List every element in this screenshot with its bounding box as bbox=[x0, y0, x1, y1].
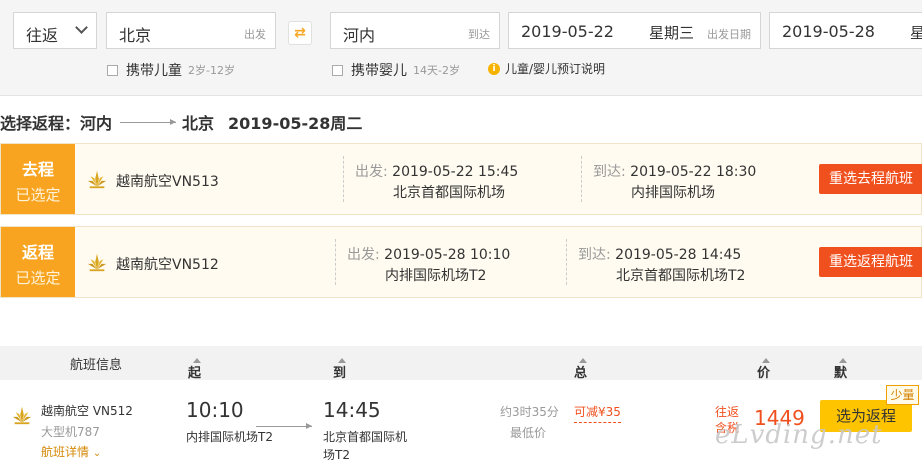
outbound-arrive-label: 到达: bbox=[593, 164, 631, 180]
sort-arrive-time[interactable]: 到达时间 bbox=[333, 354, 346, 438]
to-city-value: 河内 bbox=[343, 26, 376, 45]
outbound-arrive-airport: 内排国际机场 bbox=[631, 185, 715, 201]
return-arrive-line: 到达: 2019-05-28 14:45 bbox=[578, 244, 741, 264]
flight-aircraft: 大型机787 bbox=[41, 425, 100, 439]
outbound-depart-label: 出发: bbox=[355, 164, 393, 180]
reselect-return-button[interactable]: 重选返程航班 bbox=[819, 247, 922, 277]
header-flight-info: 航班信息 bbox=[70, 358, 123, 373]
flight-lowest-label: 最低价 bbox=[510, 426, 547, 440]
trip-type-value: 往返 bbox=[26, 26, 59, 45]
outbound-tag: 去程 已选定 bbox=[1, 144, 75, 214]
to-suffix: 到达 bbox=[468, 28, 490, 41]
return-depart-line: 出发: 2019-05-28 10:10 bbox=[347, 244, 510, 264]
outbound-depart-line: 出发: 2019-05-22 15:45 bbox=[355, 161, 518, 181]
return-date-input[interactable]: 2019-05-28 星 bbox=[769, 12, 922, 49]
from-city-input[interactable]: 北京 出发 bbox=[106, 12, 276, 49]
return-arrive-label: 到达: bbox=[578, 247, 616, 263]
depart-weekday: 星期三 bbox=[649, 24, 695, 42]
return-airline-flight: 越南航空VN512 bbox=[116, 257, 219, 273]
reselect-outbound-button[interactable]: 重选去程航班 bbox=[819, 164, 922, 194]
flight-arrive-airport-line1: 北京首都国际机 bbox=[323, 430, 408, 444]
child-infant-info-link[interactable]: i 儿童/婴儿预订说明 bbox=[488, 60, 605, 77]
from-suffix: 出发 bbox=[244, 28, 266, 41]
return-tag-title: 返程 bbox=[21, 243, 54, 262]
infant-label: 携带婴儿 bbox=[351, 63, 407, 79]
outbound-tag-status: 已选定 bbox=[15, 186, 61, 204]
infant-age: 14天-2岁 bbox=[413, 64, 460, 77]
divider bbox=[581, 156, 582, 202]
flight-depart-time: 10:10 bbox=[186, 398, 244, 422]
return-tag-status: 已选定 bbox=[15, 269, 61, 287]
vietnam-airlines-logo-icon bbox=[87, 170, 107, 189]
title-dest: 北京 bbox=[182, 114, 215, 133]
search-bar: 往返 北京 出发 ⇄ 河内 到达 2019-05-22 星期三 出发日期 201… bbox=[0, 0, 922, 96]
return-selected-row: 返程 已选定 越南航空VN512 出发: 2019-05-28 10:10 内排… bbox=[0, 226, 922, 298]
divider bbox=[335, 239, 336, 285]
return-weekday: 星 bbox=[910, 24, 922, 42]
sort-depart-time[interactable]: 起飞时间 bbox=[188, 354, 201, 438]
chevron-down-icon bbox=[75, 21, 88, 34]
divider bbox=[343, 156, 344, 202]
vietnam-airlines-logo-icon bbox=[87, 253, 107, 272]
infant-checkbox[interactable] bbox=[332, 64, 343, 76]
return-depart-airport: 内排国际机场T2 bbox=[385, 268, 487, 284]
depart-date-input[interactable]: 2019-05-22 星期三 出发日期 bbox=[508, 12, 761, 49]
outbound-depart-airport: 北京首都国际机场 bbox=[393, 185, 505, 201]
flight-depart-airport: 内排国际机场T2 bbox=[186, 430, 273, 444]
child-label: 携带儿童 bbox=[126, 63, 182, 79]
flight-number: VN512 bbox=[92, 404, 133, 418]
flight-discount[interactable]: 可减¥35 bbox=[574, 403, 621, 423]
info-icon: i bbox=[488, 62, 500, 75]
infant-option[interactable]: 携带婴儿 14天-2岁 bbox=[332, 60, 460, 80]
depart-suffix: 出发日期 bbox=[707, 28, 751, 41]
child-age: 2岁-12岁 bbox=[188, 64, 235, 77]
sort-duration[interactable]: 总耗时 bbox=[574, 354, 587, 419]
return-depart-label: 出发: bbox=[347, 247, 385, 263]
outbound-tag-title: 去程 bbox=[21, 160, 54, 179]
flight-arrive-time: 14:45 bbox=[323, 398, 381, 422]
return-tag: 返程 已选定 bbox=[1, 227, 75, 297]
flight-details-link[interactable]: 航班详情 ⌄ bbox=[41, 443, 101, 460]
flight-airline-line: 越南航空 VN512 bbox=[41, 402, 133, 419]
trip-type-select[interactable]: 往返 bbox=[13, 12, 97, 49]
vietnam-airlines-logo-icon bbox=[12, 406, 32, 425]
page-title: 选择返程：河内 北京 2019-05-28周二 bbox=[0, 110, 362, 134]
route-arrow-icon bbox=[120, 118, 177, 125]
return-arrive-time: 2019-05-28 14:45 bbox=[615, 247, 742, 263]
outbound-depart-time: 2019-05-22 15:45 bbox=[392, 164, 519, 180]
outbound-selected-row: 去程 已选定 越南航空VN513 出发: 2019-05-22 15:45 北京… bbox=[0, 143, 922, 215]
flight-details-label: 航班详情 bbox=[41, 445, 90, 459]
seats-limited-badge: 少量 bbox=[886, 385, 919, 405]
divider bbox=[566, 239, 567, 285]
from-city-value: 北京 bbox=[119, 26, 152, 45]
title-date: 2019-05-28周二 bbox=[228, 114, 363, 133]
outbound-arrive-line: 到达: 2019-05-22 18:30 bbox=[593, 161, 756, 181]
return-arrive-airport: 北京首都国际机场T2 bbox=[616, 268, 746, 284]
depart-date-value: 2019-05-22 bbox=[521, 22, 614, 41]
sort-default[interactable]: 默认排序 bbox=[834, 354, 847, 438]
watermark: eLvding.net bbox=[715, 420, 883, 450]
flight-airline: 越南航空 bbox=[41, 404, 90, 418]
flight-list-header: 航班信息 起飞时间 到达时间 总耗时 价格 默认排序 bbox=[0, 346, 922, 438]
outbound-airline-flight: 越南航空VN513 bbox=[116, 174, 219, 190]
outbound-arrive-time: 2019-05-22 18:30 bbox=[630, 164, 757, 180]
flight-arrive-airport-line2: 场T2 bbox=[323, 448, 350, 462]
sort-price[interactable]: 价格 bbox=[757, 354, 770, 400]
swap-cities-icon[interactable]: ⇄ bbox=[288, 21, 312, 45]
flight-duration: 约3时35分 bbox=[500, 405, 559, 419]
child-checkbox[interactable] bbox=[107, 64, 118, 76]
return-depart-time: 2019-05-28 10:10 bbox=[384, 247, 511, 263]
child-option[interactable]: 携带儿童 2岁-12岁 bbox=[107, 60, 235, 80]
return-date-value: 2019-05-28 bbox=[782, 22, 875, 41]
flight-arrow-icon bbox=[256, 423, 312, 429]
chevron-down-icon: ⌄ bbox=[92, 448, 102, 459]
to-city-input[interactable]: 河内 到达 bbox=[330, 12, 500, 49]
info-text: 儿童/婴儿预订说明 bbox=[505, 62, 606, 76]
price-note-roundtrip: 往返 bbox=[715, 405, 740, 419]
title-prefix: 选择返程：河内 bbox=[0, 114, 113, 133]
